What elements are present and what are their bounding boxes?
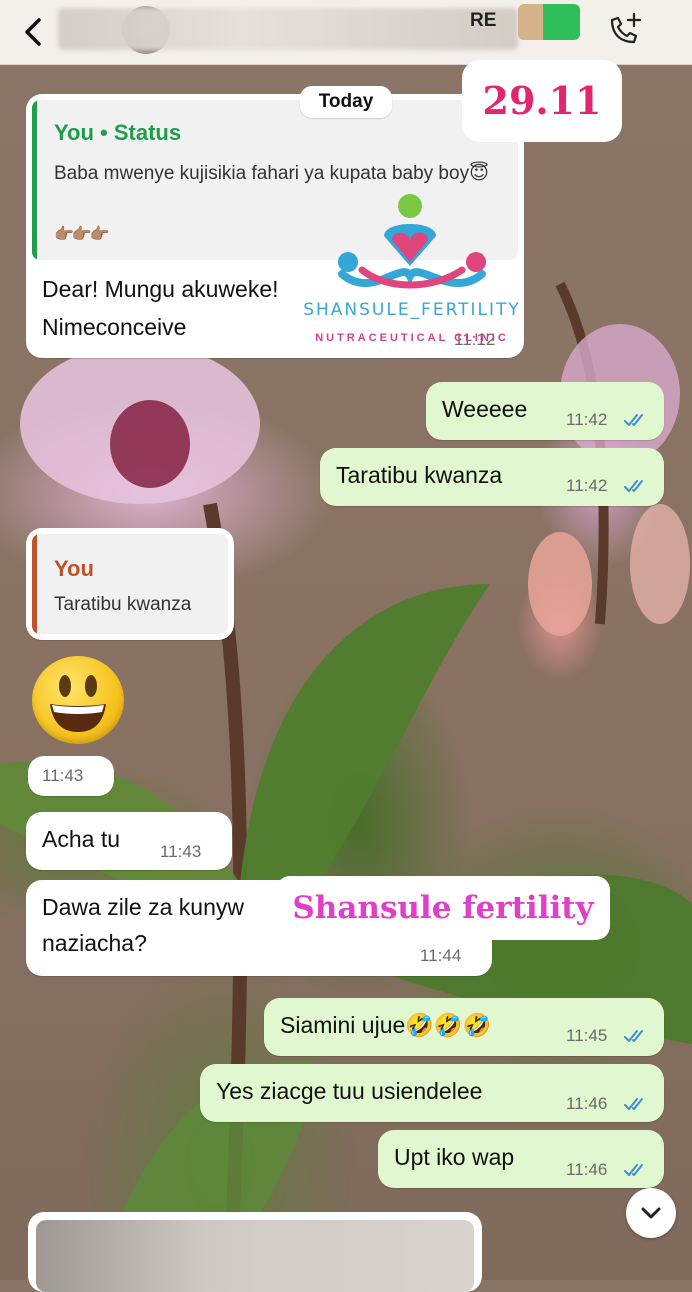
scroll-to-bottom-button[interactable] bbox=[626, 1188, 676, 1238]
media-message-bubble[interactable] bbox=[28, 1212, 482, 1292]
message-bubble-outgoing[interactable]: Taratibu kwanza 11:42 bbox=[320, 448, 664, 506]
message-time: 11:42 bbox=[566, 410, 608, 429]
quote-author: You • Status bbox=[54, 120, 182, 145]
chat-header: RE bbox=[0, 0, 692, 65]
message-text: Siamini ujue🤣🤣🤣 bbox=[280, 1012, 492, 1038]
message-bubble-incoming[interactable]: Acha tu 11:43 bbox=[26, 812, 232, 870]
message-text: Weeeee bbox=[442, 396, 528, 422]
message-time: 11:42 bbox=[566, 476, 608, 495]
quote-accent-bar bbox=[32, 534, 37, 634]
message-time: 11:44 bbox=[420, 946, 462, 965]
message-text-line2: Nimeconceive bbox=[42, 314, 187, 340]
contact-name-redacted[interactable] bbox=[58, 8, 518, 50]
double-check-icon bbox=[624, 1164, 643, 1176]
media-thumbnail[interactable] bbox=[36, 1220, 474, 1292]
message-time: 11:43 bbox=[42, 766, 84, 785]
message-bubble-outgoing[interactable]: Siamini ujue🤣🤣🤣 11:45 bbox=[264, 998, 664, 1056]
message-time: 11:45 bbox=[566, 1026, 608, 1045]
contact-name-emoji bbox=[518, 4, 580, 40]
contact-name[interactable]: RE bbox=[470, 10, 496, 32]
message-time: 11:43 bbox=[160, 842, 202, 861]
message-text: Taratibu kwanza bbox=[336, 462, 503, 488]
emoji-time-chip: 11:43 bbox=[28, 756, 114, 796]
message-text-line2: naziacha? bbox=[42, 930, 147, 956]
double-check-icon bbox=[624, 414, 643, 426]
double-check-icon bbox=[624, 1030, 643, 1042]
logo-name: SHANSULE_FERTILITY bbox=[303, 300, 521, 320]
shansule-watermark-label: Shansule fertility bbox=[276, 876, 610, 940]
message-time: 11:46 bbox=[566, 1094, 608, 1113]
smiley-emoji-icon[interactable] bbox=[32, 656, 124, 744]
message-text: Acha tu bbox=[42, 826, 120, 852]
logo-subtitle: NUTRACEUTICAL CLINIC bbox=[315, 332, 509, 344]
logo-mark bbox=[338, 194, 486, 289]
message-text-line1: Dawa zile za kunyw bbox=[42, 894, 244, 920]
back-button[interactable] bbox=[18, 14, 48, 50]
double-check-icon bbox=[624, 1098, 643, 1110]
chevron-left-icon bbox=[25, 18, 41, 46]
date-stamp-overlay: 29.11 bbox=[462, 60, 622, 142]
quote-text: Baba mwenye kujisikia fahari ya kupata b… bbox=[54, 163, 489, 184]
phone-add-icon bbox=[610, 12, 642, 44]
chevron-down-icon bbox=[641, 1207, 661, 1219]
double-check-icon bbox=[624, 480, 643, 492]
message-bubble-incoming[interactable]: You Taratibu kwanza bbox=[26, 528, 234, 640]
message-bubble-outgoing[interactable]: Yes ziacge tuu usiendelee 11:46 bbox=[200, 1064, 664, 1122]
message-time: 11:46 bbox=[566, 1160, 608, 1179]
shansule-logo: SHANSULE_FERTILITY NUTRACEUTICAL CLINIC bbox=[292, 190, 532, 352]
message-bubble-outgoing[interactable]: Weeeee 11:42 bbox=[426, 382, 664, 440]
quote-accent-bar bbox=[32, 100, 37, 260]
call-button[interactable] bbox=[604, 10, 644, 50]
reply-quote[interactable]: You Taratibu kwanza bbox=[32, 534, 228, 634]
message-bubble-outgoing[interactable]: Upt iko wap 11:46 bbox=[378, 1130, 664, 1188]
grinning-face-icon bbox=[50, 675, 106, 732]
quote-text: Taratibu kwanza bbox=[54, 594, 192, 615]
date-separator: Today bbox=[300, 86, 392, 118]
message-text: Upt iko wap bbox=[394, 1144, 515, 1170]
quote-author: You bbox=[54, 556, 94, 581]
message-text-line1: Dear! Mungu akuweke! bbox=[42, 276, 279, 302]
quote-emoji-row: 👉🏽👉🏽👉🏽 bbox=[54, 226, 110, 243]
message-text: Yes ziacge tuu usiendelee bbox=[216, 1078, 483, 1104]
